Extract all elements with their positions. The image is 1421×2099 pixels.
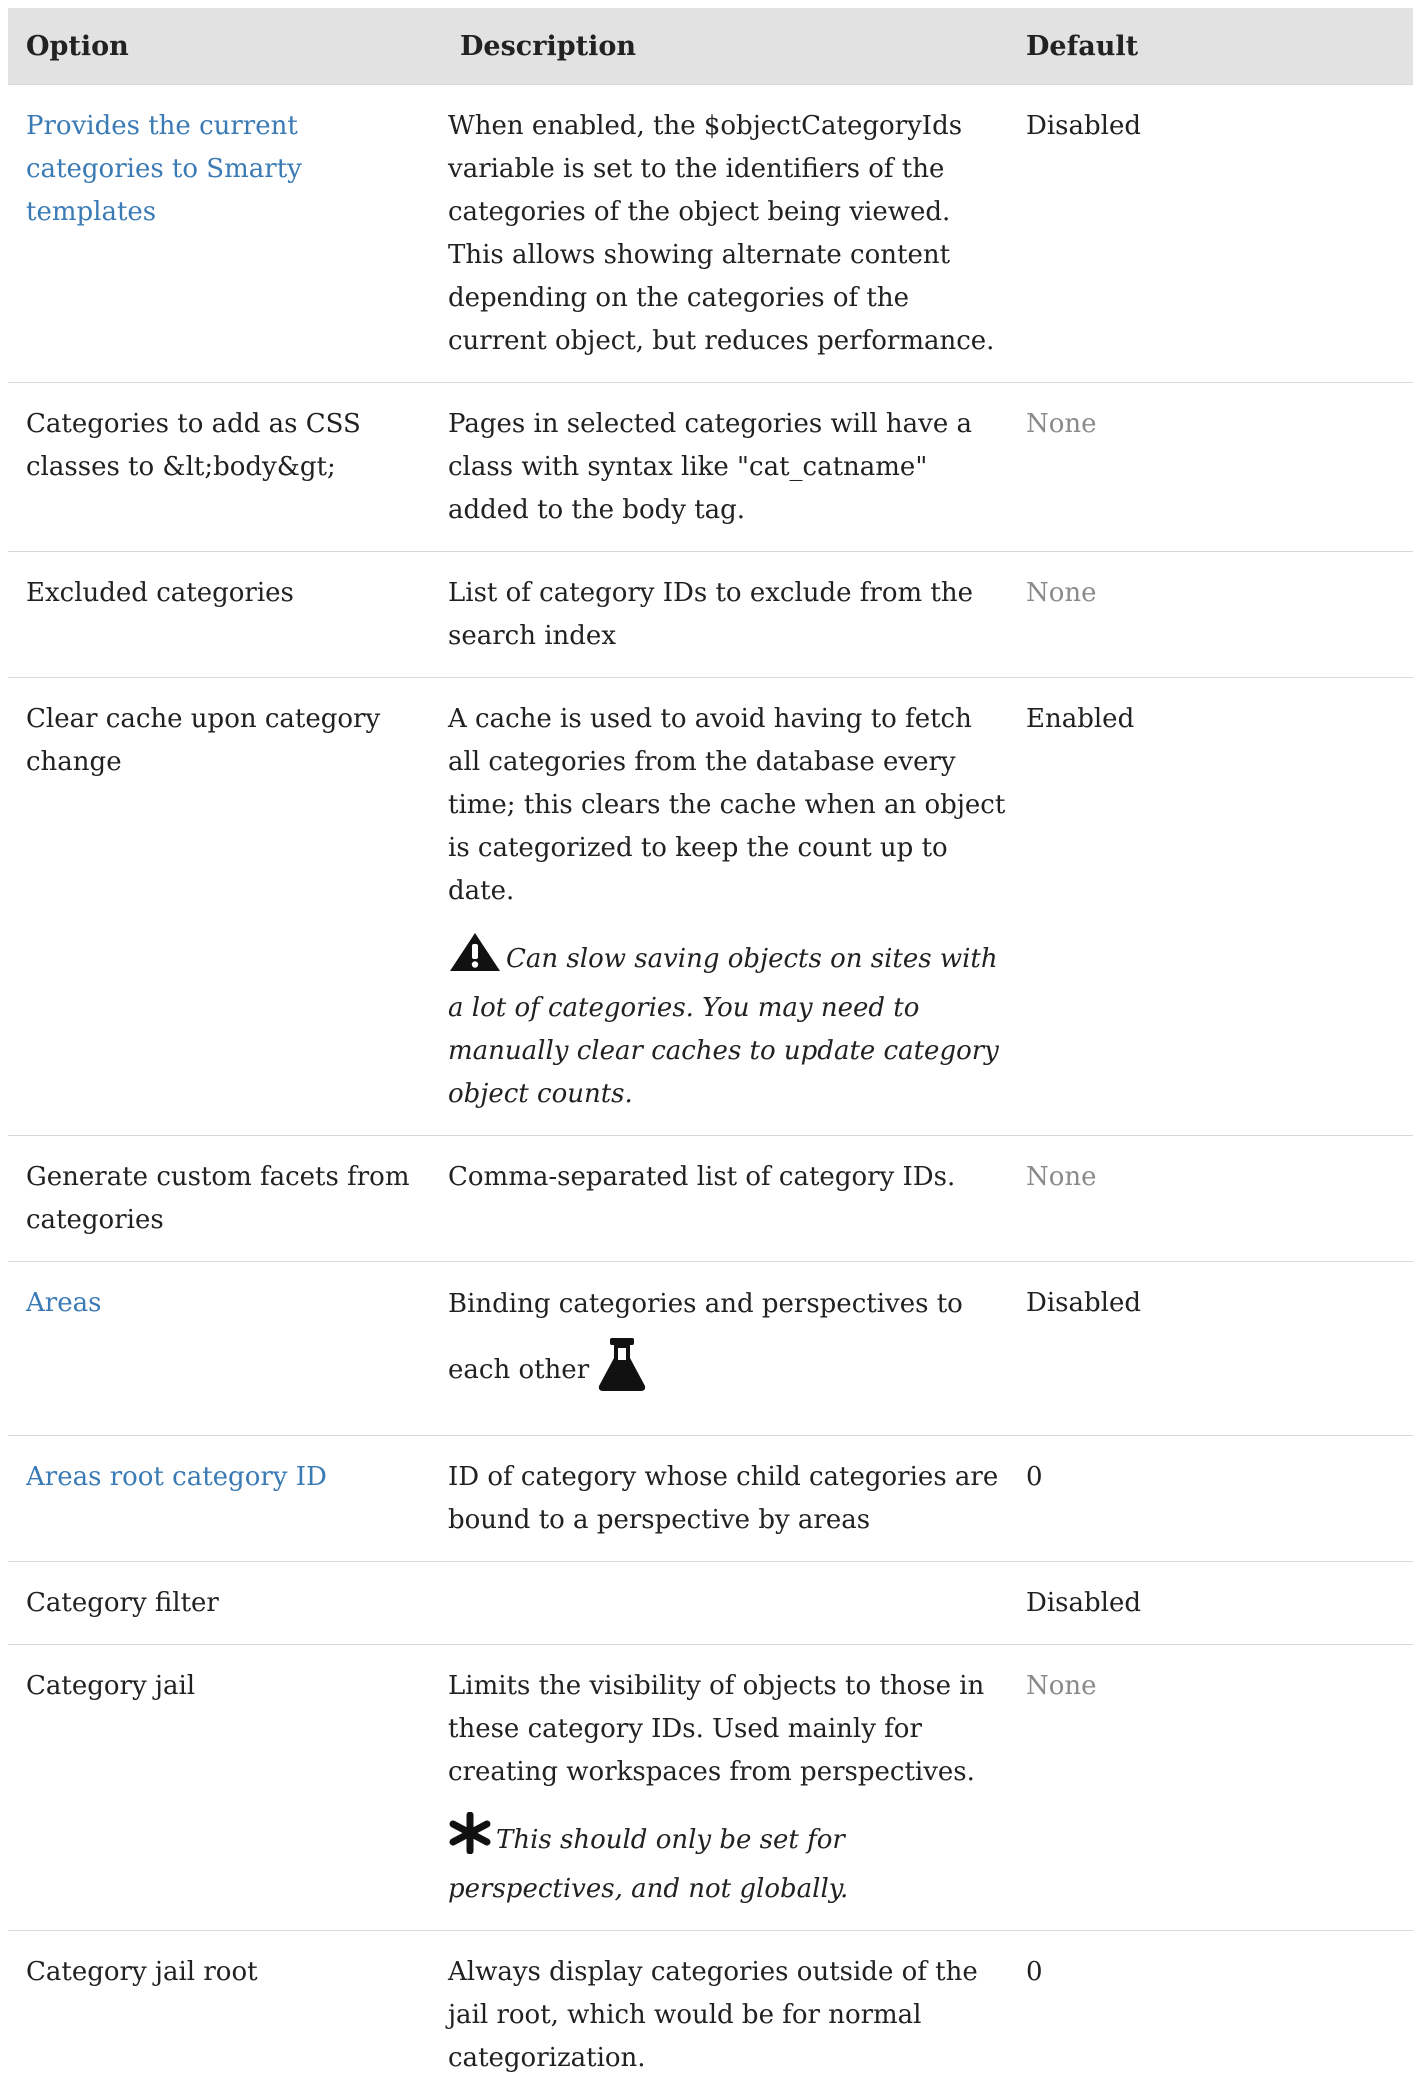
table-row: Areas Binding categories and perspective… <box>8 1262 1413 1436</box>
row-default-value: None <box>1026 1136 1413 1262</box>
row-default-value: None <box>1026 1645 1413 1931</box>
row-default-value: Disabled <box>1026 85 1413 383</box>
row-default-value: Disabled <box>1026 1562 1413 1645</box>
row-note: Can slow saving objects on sites with a … <box>448 931 1010 1116</box>
table-row: Excluded categories List of category IDs… <box>8 552 1413 678</box>
row-description: ID of category whose child categories ar… <box>448 1436 1026 1562</box>
option-label: Category jail root <box>8 1931 448 2099</box>
default-column-header: Default <box>1026 8 1413 85</box>
option-label: Excluded categories <box>8 552 448 678</box>
option-label: Category jail <box>8 1645 448 1931</box>
row-description: List of category IDs to exclude from the… <box>448 552 1026 678</box>
option-label: Clear cache upon category change <box>8 678 448 1136</box>
option-label: Generate custom facets from categories <box>8 1136 448 1262</box>
row-description: Pages in selected categories will have a… <box>448 383 1026 552</box>
row-description: Always display categories outside of the… <box>448 1931 1026 2099</box>
option-link-areas[interactable]: Areas <box>26 1288 101 1318</box>
option-label: Category filter <box>8 1562 448 1645</box>
row-default-value: 0 <box>1026 1931 1413 2099</box>
row-description: When enabled, the $objectCategoryIds var… <box>448 85 1026 383</box>
row-description <box>448 1562 1026 1645</box>
option-link-areas-root-category[interactable]: Areas root category ID <box>26 1462 327 1492</box>
table-row: Categories to add as CSS classes to &lt;… <box>8 383 1413 552</box>
table-row: Clear cache upon category change A cache… <box>8 678 1413 1136</box>
table-row: Generate custom facets from categories C… <box>8 1136 1413 1262</box>
warning-icon <box>448 931 502 987</box>
description-column-header: Description <box>448 8 1026 85</box>
row-default-value: None <box>1026 552 1413 678</box>
row-default-value: Enabled <box>1026 678 1413 1136</box>
option-link-smarty-categories[interactable]: Provides the current categories to Smart… <box>26 111 302 227</box>
preferences-table-container: Option Description Default Provides the … <box>8 8 1413 2099</box>
row-description: Binding categories and perspectives to e… <box>448 1289 963 1385</box>
flask-icon <box>597 1336 647 1416</box>
row-default-value: Disabled <box>1026 1262 1413 1436</box>
table-row: Category jail root Always display catego… <box>8 1931 1413 2099</box>
table-row: Areas root category ID ID of category wh… <box>8 1436 1413 1562</box>
option-column-header: Option <box>8 8 448 85</box>
row-description: Comma-separated list of category IDs. <box>448 1136 1026 1262</box>
row-default-value: None <box>1026 383 1413 552</box>
row-description: Limits the visibility of objects to thos… <box>448 1665 1010 1794</box>
asterisk-icon <box>448 1812 492 1868</box>
asterisk-note-text: This should only be set for perspectives… <box>448 1825 848 1904</box>
table-row: Category jail Limits the visibility of o… <box>8 1645 1413 1931</box>
row-description: A cache is used to avoid having to fetch… <box>448 698 1010 913</box>
preferences-table: Option Description Default Provides the … <box>8 8 1413 2099</box>
option-label: Categories to add as CSS classes to &lt;… <box>8 383 448 552</box>
row-note: This should only be set for perspectives… <box>448 1812 1010 1911</box>
row-default-value: 0 <box>1026 1436 1413 1562</box>
table-row: Category filter Disabled <box>8 1562 1413 1645</box>
table-header-row: Option Description Default <box>8 8 1413 85</box>
table-row: Provides the current categories to Smart… <box>8 85 1413 383</box>
warning-note-text: Can slow saving objects on sites with a … <box>448 944 999 1109</box>
